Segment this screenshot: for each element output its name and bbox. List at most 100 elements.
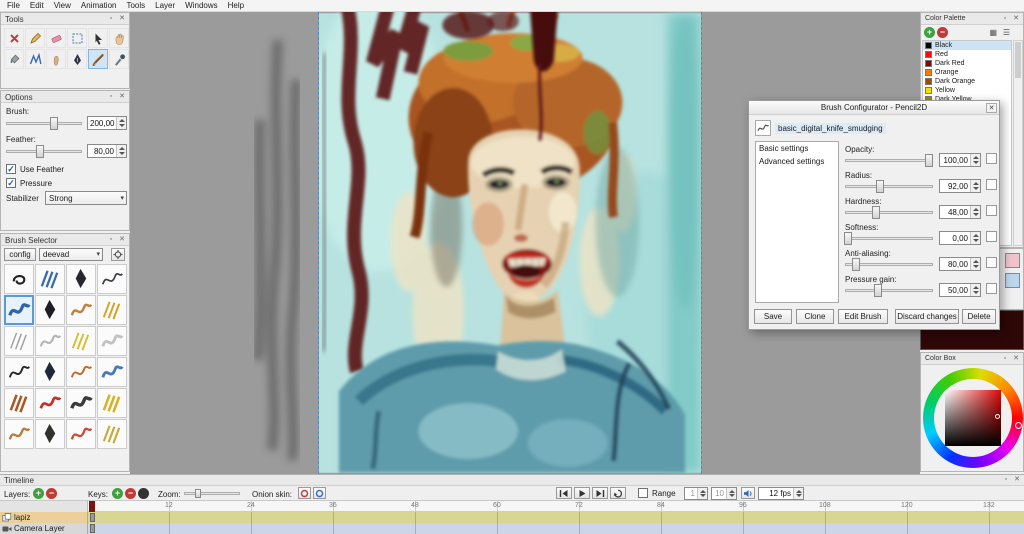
feather-spinbox[interactable]: 80,00 xyxy=(87,144,127,158)
radius-spinbox[interactable]: 92,00 xyxy=(939,179,981,193)
antialiasing-mapping-button[interactable] xyxy=(986,257,997,268)
menu-edit[interactable]: Edit xyxy=(25,1,49,10)
bucket-tool-button[interactable] xyxy=(4,49,24,69)
brush-thumbnail[interactable] xyxy=(97,388,127,418)
slider-thumb[interactable] xyxy=(50,117,58,130)
clear-tool-button[interactable] xyxy=(4,28,24,48)
brush-thumbnail[interactable] xyxy=(35,326,65,356)
sound-button[interactable] xyxy=(741,487,755,499)
list-view-icon[interactable]: ☰ xyxy=(1003,28,1010,37)
use-feather-checkbox[interactable]: ✓ Use Feather xyxy=(6,164,126,175)
swatch-blue[interactable] xyxy=(1005,273,1020,288)
spinner-arrows-icon[interactable] xyxy=(970,284,980,296)
close-panel-icon[interactable]: ✕ xyxy=(1011,14,1021,24)
close-panel-icon[interactable]: ✕ xyxy=(1011,354,1021,364)
float-panel-icon[interactable]: ▫ xyxy=(1001,475,1011,485)
dialog-close-button[interactable]: ✕ xyxy=(986,103,997,113)
slider-thumb[interactable] xyxy=(36,145,44,158)
spinner-arrows-icon[interactable] xyxy=(726,488,736,499)
polyline-tool-button[interactable] xyxy=(25,49,45,69)
spinner-arrows-icon[interactable] xyxy=(970,232,980,244)
config-button[interactable]: config xyxy=(4,248,36,261)
playhead-scrubber[interactable] xyxy=(89,501,95,512)
spinner-arrows-icon[interactable] xyxy=(970,154,980,166)
antialiasing-slider[interactable] xyxy=(845,258,933,271)
stabilizer-dropdown[interactable]: Strong ▾ xyxy=(45,191,127,205)
palette-color-row[interactable]: Dark Red xyxy=(923,59,1011,68)
spinner-arrows-icon[interactable] xyxy=(970,206,980,218)
float-panel-icon[interactable]: ▫ xyxy=(1000,14,1010,24)
brush-thumbnail[interactable] xyxy=(66,326,96,356)
menu-animation[interactable]: Animation xyxy=(76,1,122,10)
float-panel-icon[interactable]: ▫ xyxy=(106,235,116,245)
hand-tool-button[interactable] xyxy=(109,28,129,48)
pressure-gain-spinbox[interactable]: 50,00 xyxy=(939,283,981,297)
brush-thumbnail[interactable] xyxy=(4,264,34,294)
hardness-mapping-button[interactable] xyxy=(986,205,997,216)
eyedropper-tool-button[interactable] xyxy=(109,49,129,69)
add-key-button[interactable]: + xyxy=(112,488,123,499)
edit-brush-button[interactable]: Edit Brush xyxy=(838,309,888,324)
range-checkbox[interactable]: Range xyxy=(638,488,682,499)
palette-scrollbar[interactable] xyxy=(1013,40,1023,246)
spinner-arrows-icon[interactable] xyxy=(116,145,126,157)
brush-thumbnail[interactable] xyxy=(35,388,65,418)
fps-spinbox[interactable]: 12 fps xyxy=(758,487,804,500)
radius-slider[interactable] xyxy=(845,180,933,193)
discard-changes-button[interactable]: Discard changes xyxy=(895,309,959,324)
swatch-pink[interactable] xyxy=(1005,253,1020,268)
eraser-tool-button[interactable] xyxy=(46,28,66,48)
remove-key-button[interactable]: − xyxy=(125,488,136,499)
layer-cell[interactable]: lapiz xyxy=(0,512,88,523)
keyframe[interactable] xyxy=(90,513,95,522)
grid-view-icon[interactable]: ▦ xyxy=(989,28,997,37)
layer-track[interactable] xyxy=(88,523,1024,534)
menu-windows[interactable]: Windows xyxy=(180,1,222,10)
first-frame-button[interactable] xyxy=(556,487,572,499)
last-frame-button[interactable] xyxy=(592,487,608,499)
brush-size-spinbox[interactable]: 200,00 xyxy=(87,116,127,130)
timeline-zoom-slider[interactable] xyxy=(184,489,240,498)
palette-color-row[interactable]: Orange xyxy=(923,68,1011,77)
hue-wheel[interactable] xyxy=(923,368,1023,468)
play-button[interactable] xyxy=(574,487,590,499)
menu-layer[interactable]: Layer xyxy=(150,1,180,10)
keyframe[interactable] xyxy=(90,524,95,533)
brush-thumbnail[interactable] xyxy=(4,419,34,449)
hardness-spinbox[interactable]: 48,00 xyxy=(939,205,981,219)
brush-thumbnail[interactable] xyxy=(97,264,127,294)
close-panel-icon[interactable]: ✕ xyxy=(117,92,127,102)
duplicate-key-button[interactable] xyxy=(138,488,149,499)
brush-size-slider[interactable] xyxy=(6,117,82,130)
float-panel-icon[interactable]: ▫ xyxy=(1000,354,1010,364)
slider-thumb[interactable] xyxy=(195,489,201,498)
radius-mapping-button[interactable] xyxy=(986,179,997,190)
close-panel-icon[interactable]: ✕ xyxy=(1012,475,1022,485)
canvas[interactable] xyxy=(318,12,702,474)
antialiasing-spinbox[interactable]: 80,00 xyxy=(939,257,981,271)
spinner-arrows-icon[interactable] xyxy=(697,488,707,499)
range-from-spinbox[interactable]: 1 xyxy=(684,487,708,500)
palette-color-row[interactable]: Dark Orange xyxy=(923,77,1011,86)
brush-thumbnail-selected[interactable] xyxy=(4,295,34,325)
brush-thumbnail[interactable] xyxy=(97,419,127,449)
opacity-mapping-button[interactable] xyxy=(986,153,997,164)
brush-tool-button[interactable] xyxy=(88,49,108,69)
scrollbar-thumb[interactable] xyxy=(1015,42,1021,78)
nav-basic-settings[interactable]: Basic settings xyxy=(756,142,838,155)
brush-thumbnail[interactable] xyxy=(35,264,65,294)
close-panel-icon[interactable]: ✕ xyxy=(117,235,127,245)
brush-thumbnail[interactable] xyxy=(66,388,96,418)
slider-thumb[interactable] xyxy=(844,232,852,245)
spinner-arrows-icon[interactable] xyxy=(116,117,126,129)
feather-slider[interactable] xyxy=(6,145,82,158)
brush-thumbnail[interactable] xyxy=(66,357,96,387)
hue-marker[interactable] xyxy=(1015,422,1022,429)
slider-thumb[interactable] xyxy=(872,206,880,219)
brush-settings-button[interactable] xyxy=(111,248,125,261)
opacity-slider[interactable] xyxy=(845,154,933,167)
palette-color-row[interactable]: Yellow xyxy=(923,86,1011,95)
hardness-slider[interactable] xyxy=(845,206,933,219)
layer-track[interactable] xyxy=(88,512,1024,523)
brush-thumbnail[interactable] xyxy=(66,419,96,449)
